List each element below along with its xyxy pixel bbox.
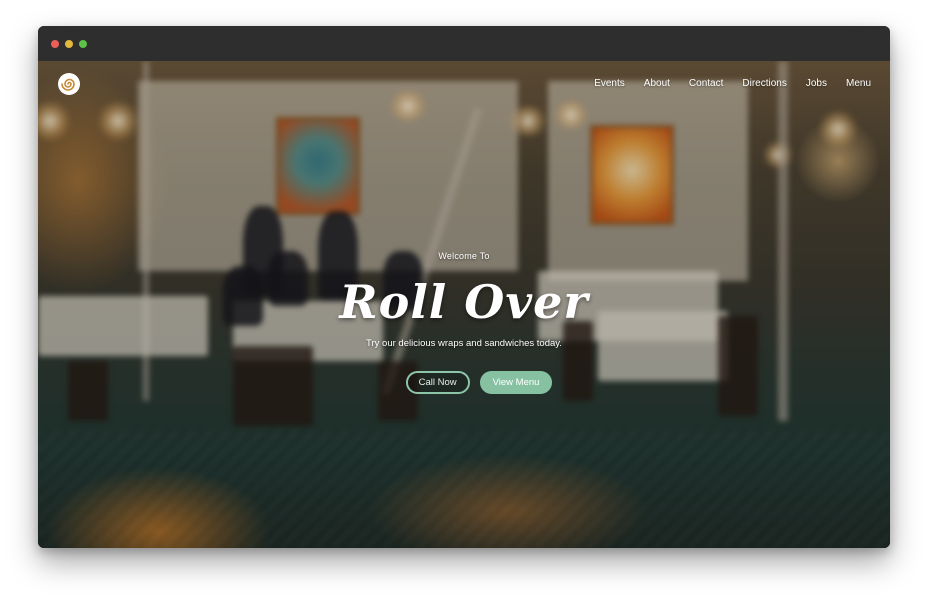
nav-item-contact[interactable]: Contact bbox=[689, 78, 723, 89]
hero-section: Events About Contact Directions Jobs Men… bbox=[38, 61, 890, 548]
hero-content: Welcome To Roll Over Try our delicious w… bbox=[38, 251, 890, 394]
welcome-text: Welcome To bbox=[438, 251, 490, 261]
hero-buttons: Call Now View Menu bbox=[38, 371, 890, 394]
nav-item-jobs[interactable]: Jobs bbox=[806, 78, 827, 89]
minimize-window-button[interactable] bbox=[65, 40, 73, 48]
close-window-button[interactable] bbox=[51, 40, 59, 48]
brand-title: Roll Over bbox=[339, 275, 589, 329]
window-titlebar bbox=[38, 26, 890, 61]
hero-tagline: Try our delicious wraps and sandwiches t… bbox=[366, 338, 562, 349]
nav-item-events[interactable]: Events bbox=[594, 78, 625, 89]
maximize-window-button[interactable] bbox=[79, 40, 87, 48]
browser-window: Events About Contact Directions Jobs Men… bbox=[38, 26, 890, 548]
spiral-logo-icon[interactable] bbox=[57, 72, 81, 96]
nav-item-directions[interactable]: Directions bbox=[742, 78, 786, 89]
main-navigation: Events About Contact Directions Jobs Men… bbox=[575, 78, 871, 89]
nav-item-menu[interactable]: Menu bbox=[846, 78, 871, 89]
view-menu-button[interactable]: View Menu bbox=[479, 371, 553, 394]
call-now-button[interactable]: Call Now bbox=[405, 371, 470, 394]
nav-item-about[interactable]: About bbox=[644, 78, 670, 89]
